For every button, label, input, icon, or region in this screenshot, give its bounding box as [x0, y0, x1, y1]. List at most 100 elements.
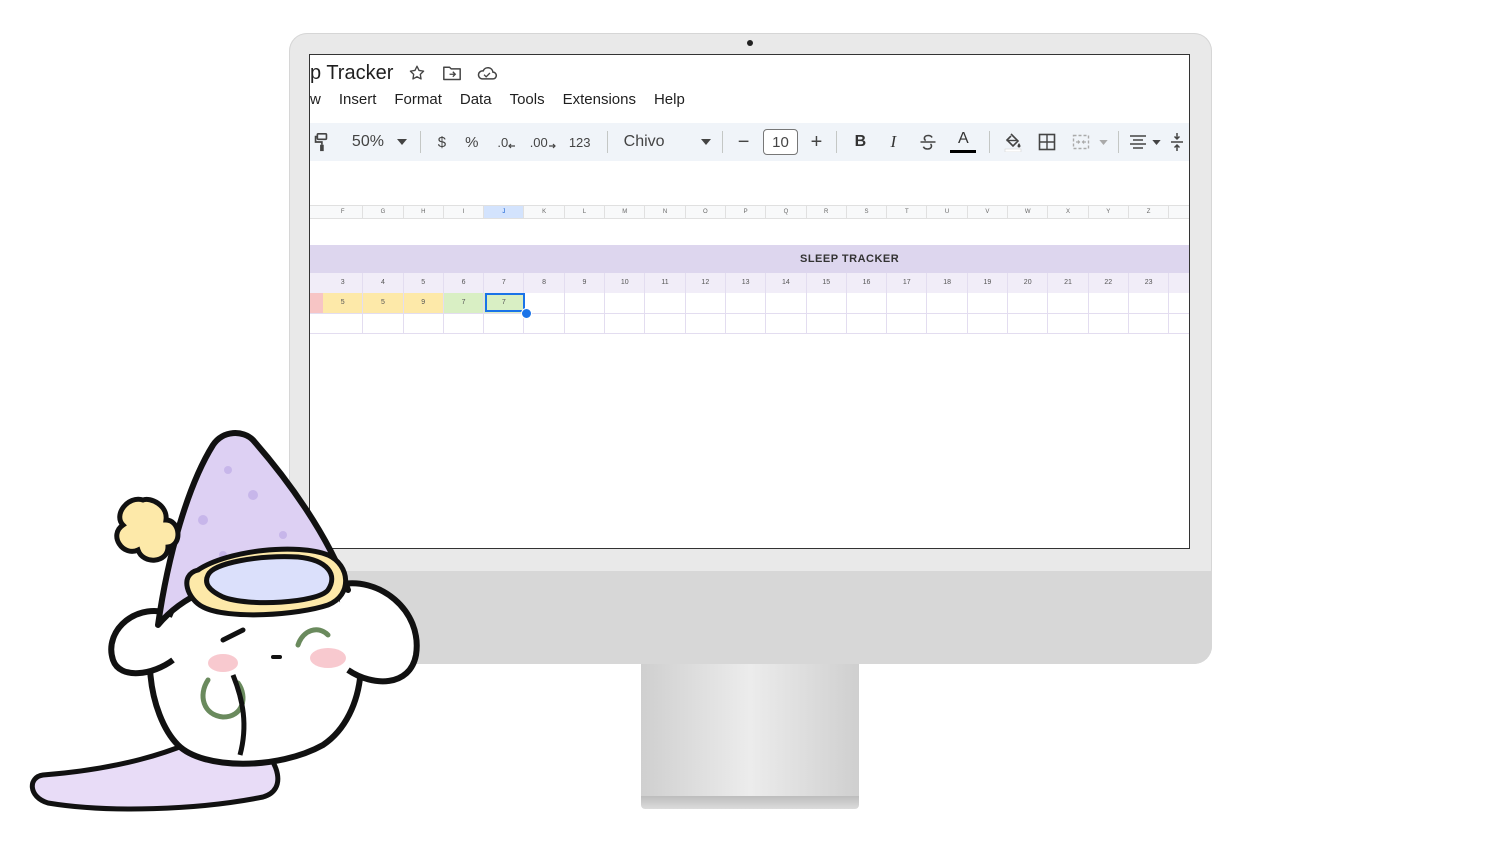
fill-color-icon[interactable] [998, 127, 1028, 157]
italic-button[interactable]: I [875, 127, 911, 157]
day-number-cell[interactable]: 15 [807, 273, 847, 293]
empty-cell[interactable] [1129, 313, 1170, 333]
menu-data[interactable]: Data [460, 91, 492, 108]
day-number-cell[interactable]: 17 [887, 273, 928, 293]
day-number-cell[interactable]: 12 [686, 273, 726, 293]
column-header[interactable]: R [807, 206, 847, 218]
day-number-cell[interactable]: 10 [605, 273, 646, 293]
menu-view[interactable]: w [310, 91, 321, 108]
partial-cell[interactable] [310, 293, 323, 313]
column-header[interactable]: V [968, 206, 1009, 218]
column-header[interactable]: U [927, 206, 968, 218]
empty-cell[interactable] [927, 313, 968, 333]
sleep-hours-cell[interactable] [887, 293, 928, 313]
sleep-hours-cell[interactable] [766, 293, 807, 313]
chevron-down-icon[interactable] [392, 127, 412, 157]
empty-cell[interactable] [686, 313, 726, 333]
selected-cell[interactable] [485, 293, 525, 312]
day-number-cell[interactable]: 20 [1008, 273, 1049, 293]
empty-cell[interactable] [847, 313, 888, 333]
day-number-cell[interactable]: 4 [363, 273, 404, 293]
menu-format[interactable]: Format [394, 91, 442, 108]
column-header[interactable]: G [363, 206, 404, 218]
empty-cell[interactable] [1089, 313, 1129, 333]
empty-cell[interactable] [766, 313, 807, 333]
day-number-cell[interactable]: 18 [927, 273, 968, 293]
column-header[interactable]: L [565, 206, 606, 218]
column-header[interactable]: W [1008, 206, 1049, 218]
font-size-input[interactable]: 10 [762, 129, 799, 155]
borders-icon[interactable] [1028, 127, 1066, 157]
menu-extensions[interactable]: Extensions [563, 91, 636, 108]
sleep-hours-cell[interactable] [565, 293, 606, 313]
empty-cell[interactable] [363, 313, 404, 333]
sleep-hours-cell[interactable] [645, 293, 686, 313]
cloud-status-icon[interactable] [476, 62, 498, 84]
column-header[interactable]: T [887, 206, 928, 218]
empty-cell[interactable] [565, 313, 606, 333]
column-header[interactable]: S [847, 206, 888, 218]
day-number-cell[interactable]: 14 [766, 273, 807, 293]
empty-cell[interactable] [1008, 313, 1049, 333]
bold-button[interactable]: B [845, 127, 875, 157]
empty-cell[interactable] [1048, 313, 1089, 333]
column-header[interactable]: Z [1129, 206, 1170, 218]
day-number-cell[interactable]: 19 [968, 273, 1009, 293]
sleep-hours-cell[interactable] [968, 293, 1009, 313]
day-number-cell[interactable]: 16 [847, 273, 888, 293]
chevron-down-icon[interactable] [1096, 127, 1110, 157]
fill-handle[interactable] [521, 308, 532, 319]
sleep-hours-cell[interactable] [807, 293, 847, 313]
column-header[interactable]: X [1048, 206, 1089, 218]
column-header[interactable]: Q [766, 206, 807, 218]
empty-cell[interactable] [645, 313, 686, 333]
column-header[interactable]: K [524, 206, 565, 218]
column-header[interactable]: N [645, 206, 686, 218]
horizontal-align-icon[interactable] [1127, 127, 1149, 157]
empty-cell[interactable] [323, 313, 364, 333]
empty-cell[interactable] [807, 313, 847, 333]
day-number-cell[interactable]: 21 [1048, 273, 1089, 293]
sleep-hours-cell[interactable]: 9 [403, 293, 444, 313]
day-number-cell[interactable]: 23 [1129, 273, 1170, 293]
sleep-hours-cell[interactable] [1008, 293, 1049, 313]
day-number-cell[interactable]: 22 [1089, 273, 1129, 293]
sleep-hours-cell[interactable] [726, 293, 767, 313]
column-header[interactable]: P [726, 206, 767, 218]
menu-tools[interactable]: Tools [510, 91, 545, 108]
sleep-hours-cell[interactable] [605, 293, 646, 313]
empty-cell[interactable] [484, 313, 525, 333]
menu-insert[interactable]: Insert [339, 91, 377, 108]
percent-button[interactable]: % [455, 127, 489, 157]
column-header[interactable]: J [484, 206, 525, 218]
day-number-cell[interactable]: 7 [484, 273, 525, 293]
chevron-down-icon[interactable] [698, 127, 714, 157]
day-number-cell[interactable]: 6 [444, 273, 485, 293]
column-header[interactable]: H [404, 206, 444, 218]
day-number-cell[interactable]: 9 [565, 273, 606, 293]
increase-font-size-button[interactable]: + [804, 127, 828, 157]
column-header[interactable]: M [605, 206, 646, 218]
sleep-hours-cell[interactable] [686, 293, 726, 313]
sleep-hours-cell[interactable] [1089, 293, 1129, 313]
star-icon[interactable] [406, 62, 428, 84]
increase-decimal-button[interactable]: .00 [525, 127, 561, 157]
sleep-hours-cell[interactable]: 5 [363, 293, 404, 313]
font-select[interactable]: Chivo [616, 127, 698, 157]
menu-help[interactable]: Help [654, 91, 685, 108]
currency-button[interactable]: $ [429, 127, 455, 157]
empty-cell[interactable] [887, 313, 928, 333]
empty-cell[interactable] [726, 313, 767, 333]
vertical-align-icon[interactable] [1163, 127, 1189, 157]
sleep-hours-cell[interactable] [847, 293, 888, 313]
empty-cell[interactable] [404, 313, 444, 333]
day-number-cell[interactable]: 13 [726, 273, 767, 293]
merge-cells-icon[interactable] [1066, 127, 1096, 157]
column-header[interactable]: O [686, 206, 726, 218]
sleep-hours-cell[interactable]: 7 [443, 293, 485, 313]
decrease-font-size-button[interactable]: − [731, 127, 757, 157]
document-title[interactable]: p Tracker [310, 62, 393, 85]
zoom-select[interactable]: 50% [344, 127, 392, 157]
empty-cell[interactable] [444, 313, 485, 333]
sleep-hours-cell[interactable] [927, 293, 968, 313]
